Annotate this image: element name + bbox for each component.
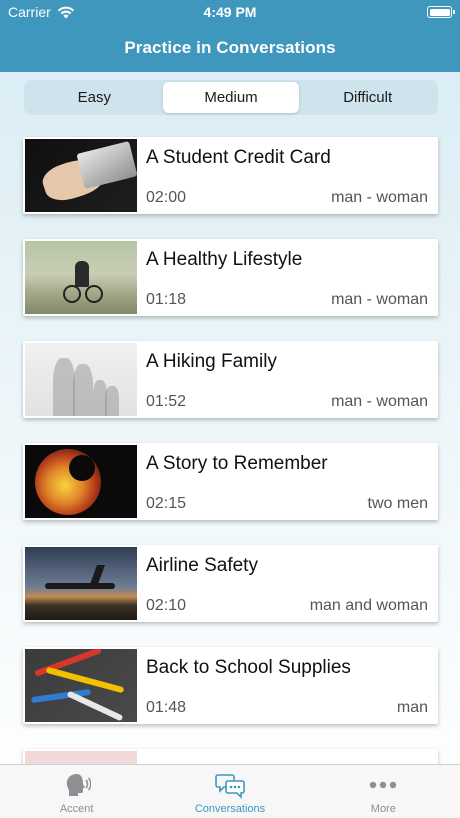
speaking-head-icon — [66, 774, 91, 796]
conversation-card[interactable]: A Healthy Lifestyle 01:18 man - woman — [23, 239, 438, 316]
family-silhouette-thumbnail — [25, 343, 137, 416]
conversation-duration: 02:00 — [146, 189, 187, 206]
cyclist-thumbnail — [25, 241, 137, 314]
school-supplies-thumbnail — [25, 649, 137, 722]
conversation-speakers: man - woman — [331, 189, 428, 206]
difficulty-segmented-control: Easy Medium Difficult — [24, 80, 438, 115]
tab-label: Conversations — [194, 803, 266, 815]
conversation-card[interactable]: Back to School Supplies 01:48 man — [23, 647, 438, 724]
conversation-duration: 02:10 — [146, 597, 187, 614]
conversation-card[interactable]: A Hiking Family 01:52 man - woman — [23, 341, 438, 418]
conversation-title: A Healthy Lifestyle — [146, 249, 303, 270]
conversation-duration: 01:18 — [146, 291, 187, 308]
conversation-title: A Student Credit Card — [146, 147, 331, 168]
conversation-duration: 01:48 — [146, 699, 187, 716]
status-bar: Carrier 4:49 PM — [0, 0, 460, 24]
segment-label: Medium — [204, 89, 258, 106]
conversation-speakers: man - woman — [331, 291, 428, 308]
ellipsis-icon — [370, 781, 397, 789]
conversation-card[interactable]: A Story to Remember 02:15 two men — [23, 443, 438, 520]
conversation-card[interactable]: Airline Safety 02:10 man and woman — [23, 545, 438, 622]
abstract-art-thumbnail — [25, 445, 137, 518]
top-bar: Carrier 4:49 PM Practice in Conversation… — [0, 0, 460, 72]
segment-label: Difficult — [343, 89, 393, 106]
conversation-speakers: man - woman — [331, 393, 428, 410]
segment-label: Easy — [77, 89, 112, 106]
conversation-title: Back to School Supplies — [146, 657, 351, 678]
conversation-duration: 01:52 — [146, 393, 187, 410]
tab-label: More — [370, 803, 396, 815]
tab-accent[interactable]: Accent — [0, 765, 153, 818]
battery-icon — [427, 6, 455, 18]
segment-medium[interactable]: Medium — [162, 82, 300, 113]
tab-more[interactable]: More — [307, 765, 460, 818]
conversation-list: A Student Credit Card 02:00 man - woman … — [23, 137, 438, 818]
tab-label: Accent — [59, 803, 94, 815]
tab-bar: Accent Conversations More — [0, 764, 460, 818]
segment-easy[interactable]: Easy — [26, 82, 163, 113]
page-title: Practice in Conversations — [124, 38, 336, 57]
credit-card-thumbnail — [25, 139, 137, 212]
chat-bubbles-icon — [215, 774, 245, 799]
conversation-title: Airline Safety — [146, 555, 258, 576]
conversation-speakers: man and woman — [309, 597, 428, 614]
conversation-speakers: man — [396, 699, 428, 716]
tab-conversations[interactable]: Conversations — [153, 765, 306, 818]
conversation-speakers: two men — [367, 495, 428, 512]
conversation-card[interactable]: A Student Credit Card 02:00 man - woman — [23, 137, 438, 214]
segment-difficult[interactable]: Difficult — [299, 82, 436, 113]
airplane-thumbnail — [25, 547, 137, 620]
conversation-title: A Hiking Family — [146, 351, 277, 372]
conversation-title: A Story to Remember — [146, 453, 328, 474]
clock: 4:49 PM — [203, 4, 257, 20]
conversation-duration: 02:15 — [146, 495, 187, 512]
